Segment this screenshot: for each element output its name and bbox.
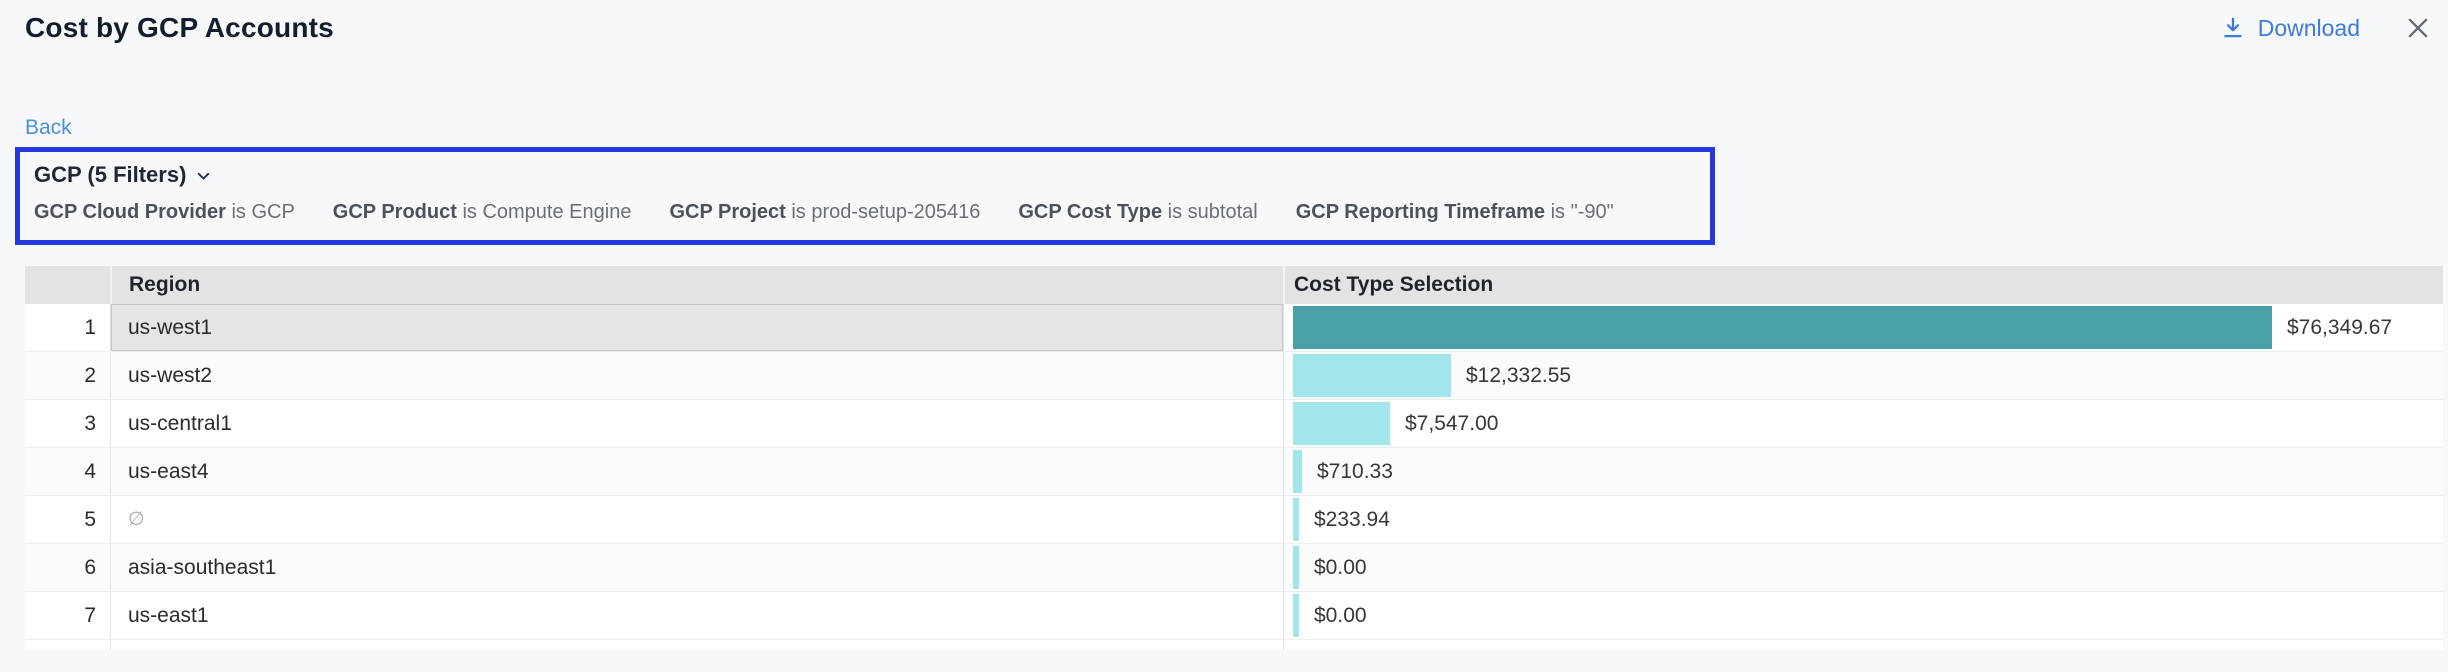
row-number: 5: [25, 496, 110, 543]
region-cell[interactable]: us-east4: [110, 448, 1283, 495]
download-button[interactable]: Download: [2220, 15, 2360, 42]
cost-cell[interactable]: $0.00: [1283, 592, 2443, 639]
filter-list: GCP Cloud Provider is GCP GCP Product is…: [34, 201, 1710, 224]
cost-cell[interactable]: $7,547.00: [1283, 400, 2443, 447]
table-row: 1 us-west1 $76,349.67: [25, 304, 2443, 352]
cost-bar: [1293, 594, 1299, 637]
region-cell[interactable]: asia-southeast1: [110, 544, 1283, 591]
filter-condition: is Compute Engine: [462, 201, 631, 223]
cost-cell[interactable]: $76,349.67: [1283, 304, 2443, 351]
filter-summary-toggle[interactable]: GCP (5 Filters): [34, 162, 1710, 188]
filter-label: GCP Cost Type: [1018, 201, 1162, 223]
filter-item: GCP Product is Compute Engine: [333, 201, 632, 224]
row-number: 6: [25, 544, 110, 591]
cost-bar: [1293, 354, 1451, 397]
cost-value: $0.00: [1314, 556, 1367, 580]
row-number: 7: [25, 592, 110, 639]
table-filler-row: [25, 640, 2443, 650]
cost-cell[interactable]: $0.00: [1283, 544, 2443, 591]
cost-value: $710.33: [1317, 460, 1393, 484]
filter-label: GCP Reporting Timeframe: [1296, 201, 1545, 223]
filter-item: GCP Cost Type is subtotal: [1018, 201, 1257, 224]
table-row: 3 us-central1 $7,547.00: [25, 400, 2443, 448]
filter-label: GCP Product: [333, 201, 457, 223]
table-row: 7 us-east1 $0.00: [25, 592, 2443, 640]
filter-condition: is GCP: [231, 201, 294, 223]
cost-table: Region Cost Type Selection 1 us-west1 $7…: [25, 266, 2443, 650]
row-number: 3: [25, 400, 110, 447]
row-number: 1: [25, 304, 110, 351]
row-number: 4: [25, 448, 110, 495]
download-label: Download: [2258, 15, 2360, 42]
cost-cell[interactable]: $12,332.55: [1283, 352, 2443, 399]
table-row: 2 us-west2 $12,332.55: [25, 352, 2443, 400]
cost-value: $233.94: [1314, 508, 1390, 532]
cost-bar: [1293, 306, 2272, 349]
cost-bar: [1293, 402, 1390, 445]
row-number: 2: [25, 352, 110, 399]
filter-item: GCP Project is prod-setup-205416: [669, 201, 980, 224]
region-cell[interactable]: us-central1: [110, 400, 1283, 447]
region-cell[interactable]: us-west2: [110, 352, 1283, 399]
region-column-header[interactable]: Region: [110, 266, 1283, 304]
cost-value: $12,332.55: [1466, 364, 1571, 388]
filter-condition: is prod-setup-205416: [791, 201, 980, 223]
cost-column-header[interactable]: Cost Type Selection: [1283, 266, 2443, 304]
filter-item: GCP Cloud Provider is GCP: [34, 201, 295, 224]
cost-value: $0.00: [1314, 604, 1367, 628]
table-body: 1 us-west1 $76,349.67 2 us-west2 $12,332…: [25, 304, 2443, 640]
cost-bar: [1293, 546, 1299, 589]
table-row: 6 asia-southeast1 $0.00: [25, 544, 2443, 592]
close-button[interactable]: [2404, 14, 2432, 42]
region-cell[interactable]: us-east1: [110, 592, 1283, 639]
cost-cell[interactable]: $233.94: [1283, 496, 2443, 543]
cost-value: $7,547.00: [1405, 412, 1498, 436]
cost-bar: [1293, 498, 1299, 541]
region-cell[interactable]: ∅: [110, 496, 1283, 543]
table-header: Region Cost Type Selection: [25, 266, 2443, 304]
filter-summary-label: GCP (5 Filters): [34, 162, 186, 188]
table-row: 4 us-east4 $710.33: [25, 448, 2443, 496]
top-right-controls: Download: [2220, 14, 2432, 42]
chevron-down-icon: [195, 168, 212, 185]
page-title: Cost by GCP Accounts: [25, 12, 334, 44]
close-icon: [2404, 14, 2432, 42]
filter-label: GCP Cloud Provider: [34, 201, 226, 223]
filter-condition: is subtotal: [1168, 201, 1258, 223]
filter-condition: is "-90": [1551, 201, 1614, 223]
filter-label: GCP Project: [669, 201, 785, 223]
table-row: 5 ∅ $233.94: [25, 496, 2443, 544]
download-icon: [2220, 15, 2246, 41]
back-link[interactable]: Back: [25, 116, 72, 140]
cost-bar: [1293, 450, 1302, 493]
filter-item: GCP Reporting Timeframe is "-90": [1296, 201, 1614, 224]
region-cell[interactable]: us-west1: [110, 304, 1283, 351]
cost-cell[interactable]: $710.33: [1283, 448, 2443, 495]
cost-value: $76,349.67: [2287, 316, 2392, 340]
filter-panel: GCP (5 Filters) GCP Cloud Provider is GC…: [15, 147, 1715, 245]
